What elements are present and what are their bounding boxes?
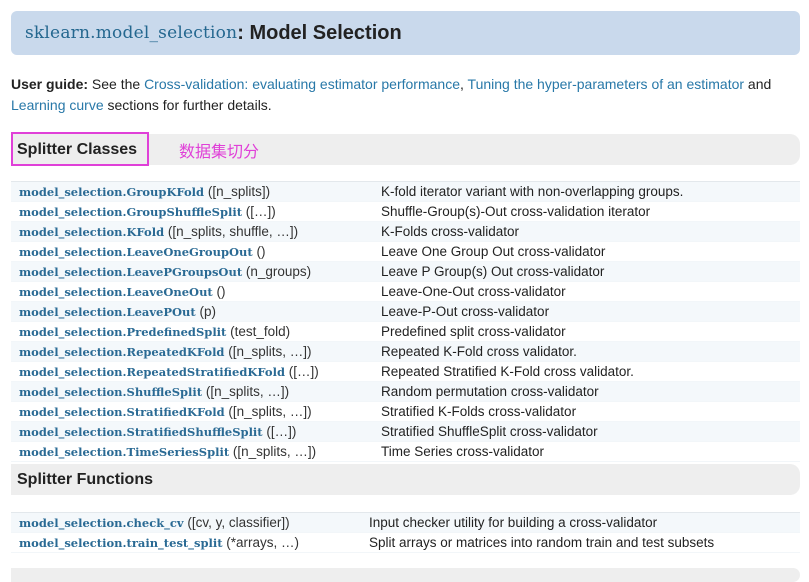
- api-description: Predefined split cross-validator: [381, 321, 800, 342]
- api-args: ([…]): [285, 364, 319, 379]
- table-row: model_selection.TimeSeriesSplit ([n_spli…: [11, 441, 800, 462]
- api-name-link[interactable]: model_selection.LeavePOut: [19, 305, 196, 319]
- guide-sep: ,: [460, 76, 468, 92]
- page-title: : Model Selection: [237, 21, 402, 44]
- page-title-module: sklearn.model_selection: [25, 23, 238, 43]
- user-guide-label: User guide:: [11, 76, 89, 92]
- api-signature-cell: model_selection.PredefinedSplit (test_fo…: [11, 321, 381, 342]
- table-row: model_selection.StratifiedKFold ([n_spli…: [11, 401, 800, 422]
- api-description: Repeated Stratified K-Fold cross validat…: [381, 361, 800, 382]
- table-row: model_selection.GroupKFold ([n_splits]) K…: [11, 181, 800, 202]
- table-row: model_selection.PredefinedSplit (test_fo…: [11, 321, 800, 342]
- link-learning-curve[interactable]: Learning curve: [11, 97, 104, 113]
- api-signature-cell: model_selection.RepeatedStratifiedKFold …: [11, 361, 381, 382]
- api-description: Stratified ShuffleSplit cross-validator: [381, 421, 800, 442]
- table-row: model_selection.RepeatedKFold ([n_splits…: [11, 341, 800, 362]
- api-name-link[interactable]: model_selection.StratifiedShuffleSplit: [19, 425, 263, 439]
- table-row: model_selection.LeavePGroupsOut (n_group…: [11, 261, 800, 282]
- api-name-link[interactable]: model_selection.train_test_split: [19, 536, 223, 550]
- api-name-link[interactable]: model_selection.PredefinedSplit: [19, 325, 226, 339]
- api-args: ([…]): [242, 204, 276, 219]
- api-description: Leave-P-Out cross-validator: [381, 301, 800, 322]
- api-name-link[interactable]: model_selection.LeaveOneGroupOut: [19, 245, 253, 259]
- user-guide-paragraph: User guide: See the Cross-validation: ev…: [11, 74, 801, 116]
- link-tuning-hyperparameters[interactable]: Tuning the hyper-parameters of an estima…: [468, 76, 745, 92]
- guide-tail: sections for further details.: [103, 97, 272, 113]
- api-signature-cell: model_selection.StratifiedShuffleSplit (…: [11, 421, 381, 442]
- api-description: Leave One Group Out cross-validator: [381, 241, 800, 262]
- api-description: Split arrays or matrices into random tra…: [369, 532, 800, 553]
- api-signature-cell: model_selection.LeavePGroupsOut (n_group…: [11, 261, 381, 282]
- api-signature-cell: model_selection.LeaveOneGroupOut (): [11, 241, 381, 262]
- api-signature-cell: model_selection.train_test_split (*array…: [11, 532, 369, 553]
- table-row: model_selection.GroupShuffleSplit ([…]) S…: [11, 201, 800, 222]
- api-args: (): [212, 284, 226, 299]
- api-description: Shuffle-Group(s)-Out cross-validation it…: [381, 201, 800, 222]
- api-args: (*arrays, …): [222, 535, 300, 550]
- api-args: ([n_splits, shuffle, …]): [164, 224, 299, 239]
- api-signature-cell: model_selection.StratifiedKFold ([n_spli…: [11, 401, 381, 422]
- api-signature-cell: model_selection.GroupKFold ([n_splits]): [11, 181, 381, 202]
- api-args: (test_fold): [226, 324, 291, 339]
- api-name-link[interactable]: model_selection.check_cv: [19, 516, 184, 530]
- api-args: ([cv, y, classifier]): [183, 515, 290, 530]
- api-signature-cell: model_selection.RepeatedKFold ([n_splits…: [11, 341, 381, 362]
- table-row: model_selection.LeaveOneGroupOut () Leave…: [11, 241, 800, 262]
- api-name-link[interactable]: model_selection.LeavePGroupsOut: [19, 265, 242, 279]
- guide-and: and: [744, 76, 772, 92]
- api-name-link[interactable]: model_selection.RepeatedKFold: [19, 345, 224, 359]
- api-args: ([…]): [262, 424, 297, 439]
- api-name-link[interactable]: model_selection.LeaveOneOut: [19, 285, 213, 299]
- api-name-link[interactable]: model_selection.KFold: [19, 225, 164, 239]
- page-title-box: sklearn.model_selection: Model Selection: [11, 11, 800, 55]
- api-description: Repeated K-Fold cross validator.: [381, 341, 800, 362]
- api-description: Time Series cross-validator: [381, 441, 800, 462]
- table-row: model_selection.KFold ([n_splits, shuffl…: [11, 221, 800, 242]
- table-row: model_selection.ShuffleSplit ([n_splits,…: [11, 381, 800, 402]
- api-description: K-fold iterator variant with non-overlap…: [381, 181, 800, 202]
- api-args: ([n_splits, …]): [202, 384, 290, 399]
- api-signature-cell: model_selection.check_cv ([cv, y, classi…: [11, 512, 369, 533]
- api-args: (): [252, 244, 266, 259]
- api-signature-cell: model_selection.KFold ([n_splits, shuffl…: [11, 221, 381, 242]
- table-row: model_selection.train_test_split (*array…: [11, 532, 800, 553]
- api-signature-cell: model_selection.LeaveOneOut (): [11, 281, 381, 302]
- table-row: model_selection.check_cv ([cv, y, classi…: [11, 512, 800, 533]
- table-row: model_selection.StratifiedShuffleSplit (…: [11, 421, 800, 442]
- api-signature-cell: model_selection.ShuffleSplit ([n_splits,…: [11, 381, 381, 402]
- api-args: ([n_splits]): [204, 184, 271, 199]
- api-args: ([n_splits, …]): [224, 344, 312, 359]
- api-signature-cell: model_selection.LeavePOut (p): [11, 301, 381, 322]
- link-cross-validation[interactable]: Cross-validation: evaluating estimator p…: [144, 76, 460, 92]
- api-name-link[interactable]: model_selection.StratifiedKFold: [19, 405, 225, 419]
- next-section-bar: [11, 568, 800, 582]
- api-args: ([n_splits, …]): [229, 444, 317, 459]
- api-name-link[interactable]: model_selection.TimeSeriesSplit: [19, 445, 229, 459]
- api-signature-cell: model_selection.TimeSeriesSplit ([n_spli…: [11, 441, 381, 462]
- api-description: Leave-One-Out cross-validator: [381, 281, 800, 302]
- highlight-box: [11, 132, 149, 166]
- table-row: model_selection.LeaveOneOut () Leave-One-…: [11, 281, 800, 302]
- guide-text: See the: [88, 76, 145, 92]
- api-args: (n_groups): [242, 264, 312, 279]
- splitter-functions-table: model_selection.check_cv ([cv, y, classi…: [11, 512, 800, 553]
- api-args: (p): [195, 304, 216, 319]
- api-args: ([n_splits, …]): [224, 404, 312, 419]
- api-description: Stratified K-Folds cross-validator: [381, 401, 800, 422]
- api-name-link[interactable]: model_selection.RepeatedStratifiedKFold: [19, 365, 285, 379]
- api-description: K-Folds cross-validator: [381, 221, 800, 242]
- splitter-classes-table: model_selection.GroupKFold ([n_splits]) K…: [11, 181, 800, 462]
- table-row: model_selection.LeavePOut (p) Leave-P-Out…: [11, 301, 800, 322]
- api-signature-cell: model_selection.GroupShuffleSplit ([…]): [11, 201, 381, 222]
- api-name-link[interactable]: model_selection.GroupShuffleSplit: [19, 205, 242, 219]
- api-description: Leave P Group(s) Out cross-validator: [381, 261, 800, 282]
- section-splitter-functions: Splitter Functions: [11, 464, 800, 495]
- api-description: Random permutation cross-validator: [381, 381, 800, 402]
- section-heading: Splitter Functions: [17, 470, 153, 488]
- api-description: Input checker utility for building a cro…: [369, 512, 800, 533]
- table-row: model_selection.RepeatedStratifiedKFold …: [11, 361, 800, 382]
- annotation-text: 数据集切分: [179, 142, 260, 161]
- api-name-link[interactable]: model_selection.GroupKFold: [19, 185, 204, 199]
- api-name-link[interactable]: model_selection.ShuffleSplit: [19, 385, 202, 399]
